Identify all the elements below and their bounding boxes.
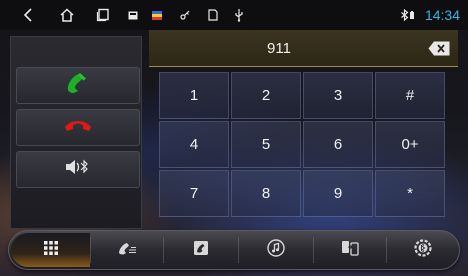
media-icon: [124, 0, 142, 30]
key-label: *: [407, 185, 413, 202]
key-icon: [176, 0, 194, 30]
key-2[interactable]: 2: [231, 72, 301, 119]
back-icon[interactable]: [18, 0, 40, 30]
recent-apps-icon[interactable]: [92, 0, 114, 30]
nav-dialpad[interactable]: [11, 233, 90, 267]
key-star[interactable]: *: [375, 170, 445, 217]
contacts-icon: [193, 240, 209, 261]
key-9[interactable]: 9: [303, 170, 373, 217]
key-4[interactable]: 4: [159, 121, 229, 168]
dialed-number: 911: [267, 40, 291, 57]
phone-dialer-screen: 14:34 911 1 2 3 # 4 5 6 0+ 7 8 9 *: [0, 0, 468, 276]
usb-icon: [230, 0, 248, 30]
key-label: 2: [261, 87, 271, 104]
key-hash[interactable]: #: [375, 72, 445, 119]
hangup-call-button[interactable]: [16, 109, 140, 146]
key-5[interactable]: 5: [231, 121, 301, 168]
nav-phone-link[interactable]: [314, 233, 386, 267]
speaker-bluetooth-icon: [65, 159, 91, 180]
key-label: 7: [189, 185, 199, 202]
music-icon: [267, 238, 285, 262]
key-label: 3: [333, 87, 343, 104]
call-log-icon: [117, 241, 137, 260]
status-bar: 14:34: [0, 0, 468, 30]
key-8[interactable]: 8: [231, 170, 301, 217]
key-1[interactable]: 1: [159, 72, 229, 119]
key-label: #: [405, 87, 415, 104]
nav-music[interactable]: [239, 233, 313, 267]
settings-icon: [414, 238, 432, 262]
nav-call-log[interactable]: [91, 233, 163, 267]
key-label: 1: [189, 87, 199, 104]
nav-settings[interactable]: [387, 233, 459, 267]
key-label: 6: [333, 136, 343, 153]
phone-link-icon: [341, 239, 359, 262]
key-label: 8: [261, 185, 271, 202]
bottom-nav-bar: [8, 230, 460, 270]
key-label: 5: [261, 136, 271, 153]
nav-contacts[interactable]: [164, 233, 238, 267]
dialpad-icon: [43, 240, 58, 260]
phone-hangup-icon: [63, 118, 93, 137]
key-6[interactable]: 6: [303, 121, 373, 168]
sd-card-icon: [204, 0, 222, 30]
audio-output-button[interactable]: [16, 151, 140, 188]
key-7[interactable]: 7: [159, 170, 229, 217]
key-label: 0+: [401, 136, 419, 153]
home-icon[interactable]: [54, 0, 80, 30]
key-label: 4: [189, 136, 199, 153]
answer-call-button[interactable]: [16, 67, 140, 104]
flag-icon: [148, 0, 166, 30]
phone-answer-icon: [64, 72, 92, 99]
status-clock: 14:34: [424, 7, 460, 23]
backspace-icon[interactable]: [428, 41, 450, 56]
bluetooth-battery-icon: [400, 0, 418, 30]
key-label: 9: [333, 185, 343, 202]
key-3[interactable]: 3: [303, 72, 373, 119]
number-display: 911: [149, 30, 458, 67]
key-0-plus[interactable]: 0+: [375, 121, 445, 168]
